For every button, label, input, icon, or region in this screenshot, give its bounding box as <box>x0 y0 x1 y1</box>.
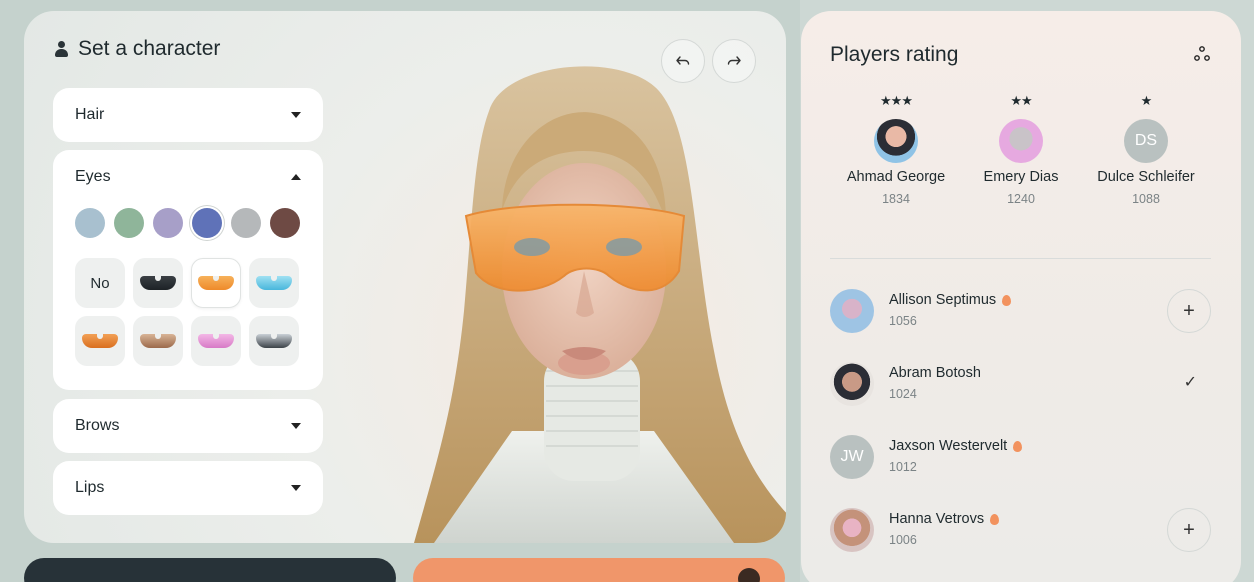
player-row[interactable]: Hanna Vetrovs 1006 + <box>830 508 1211 554</box>
avatar <box>830 362 874 406</box>
player-name-text: Jaxson Westervelt <box>889 438 1008 454</box>
podium-name: Emery Dias <box>983 169 1059 185</box>
avatar <box>874 119 918 163</box>
glasses-none-label: No <box>90 274 110 292</box>
eye-color-swatch[interactable] <box>231 208 261 238</box>
glasses-options: No <box>53 238 323 366</box>
avatar: JW <box>830 435 874 479</box>
chevron-down-icon <box>291 485 301 491</box>
accordion-hair-label: Hair <box>75 106 105 123</box>
add-player-button[interactable]: + <box>1167 508 1211 552</box>
glasses-option-orange-shades[interactable] <box>75 316 125 366</box>
player-name-text: Hanna Vetrovs <box>889 511 985 527</box>
podium-third[interactable]: ★ DS Dulce Schleifer 1088 <box>1091 93 1201 206</box>
eye-color-swatches <box>53 204 323 238</box>
avatar <box>830 289 874 333</box>
accordion-eyes-header[interactable]: Eyes <box>53 150 323 204</box>
share-icon[interactable] <box>1193 45 1211 63</box>
eye-color-swatch-selected[interactable] <box>192 208 222 238</box>
accordion-hair-header[interactable]: Hair <box>53 88 323 142</box>
avatar <box>830 508 874 552</box>
avatar: DS <box>1124 119 1168 163</box>
rating-title: Players rating <box>830 43 959 66</box>
glasses-option-pink[interactable] <box>191 316 241 366</box>
player-score: 1056 <box>889 314 917 328</box>
bottom-dark-card <box>24 558 396 582</box>
one-star-icon: ★ <box>1140 93 1153 108</box>
character-title-text: Set a character <box>78 37 221 60</box>
add-player-button[interactable]: + <box>1167 289 1211 333</box>
podium-score: 1834 <box>882 192 910 206</box>
dark-goggles-icon <box>140 276 176 290</box>
accordion-brows-label: Brows <box>75 417 120 434</box>
character-portrait <box>414 66 786 543</box>
character-card: Set a character Hair Eyes No Brows Lips <box>24 11 786 543</box>
accordion-lips-label: Lips <box>75 479 105 496</box>
player-name: Hanna Vetrovs <box>889 511 1000 527</box>
glasses-option-silver[interactable] <box>249 316 299 366</box>
divider <box>830 258 1211 259</box>
eye-color-swatch[interactable] <box>75 208 105 238</box>
brown-goggles-icon <box>140 334 176 348</box>
bottom-orange-card <box>413 558 785 582</box>
player-row[interactable]: JW Jaxson Westervelt 1012 <box>830 435 1211 481</box>
flame-icon <box>1013 440 1023 452</box>
check-icon: ✓ <box>1183 374 1197 391</box>
person-icon <box>54 41 68 57</box>
flame-icon <box>1002 294 1012 306</box>
blue-goggles-icon <box>256 276 292 290</box>
podium-score: 1088 <box>1132 192 1160 206</box>
pink-goggles-icon <box>198 334 234 348</box>
player-row[interactable]: Abram Botosh 1024 ✓ <box>830 362 1211 408</box>
player-score: 1006 <box>889 533 917 547</box>
players-rating-panel: Players rating ★★★ Ahmad George 1834 ★★ … <box>801 11 1241 582</box>
player-name-text: Allison Septimus <box>889 292 997 308</box>
podium-first[interactable]: ★★★ Ahmad George 1834 <box>841 93 951 206</box>
accordion-brows[interactable]: Brows <box>53 399 323 453</box>
glasses-option-none[interactable]: No <box>75 258 125 308</box>
eye-color-swatch[interactable] <box>270 208 300 238</box>
silver-goggles-icon <box>256 334 292 348</box>
player-score: 1012 <box>889 460 917 474</box>
orange-goggles-icon <box>198 276 234 290</box>
player-name-text: Abram Botosh <box>889 365 981 381</box>
podium-name: Ahmad George <box>846 169 946 185</box>
player-name: Jaxson Westervelt <box>889 438 1023 454</box>
flame-icon <box>990 513 1000 525</box>
podium-second[interactable]: ★★ Emery Dias 1240 <box>966 93 1076 206</box>
accordion-hair[interactable]: Hair <box>53 88 323 142</box>
accordion-eyes: Eyes No <box>53 150 323 390</box>
chevron-down-icon <box>291 112 301 118</box>
chevron-up-icon <box>291 174 301 180</box>
podium-score: 1240 <box>1007 192 1035 206</box>
podium-name: Dulce Schleifer <box>1097 169 1195 185</box>
accordion-lips-header[interactable]: Lips <box>53 461 323 515</box>
three-stars-icon: ★★★ <box>880 93 913 108</box>
two-stars-icon: ★★ <box>1010 93 1032 108</box>
eye-color-swatch[interactable] <box>153 208 183 238</box>
character-title: Set a character <box>54 37 220 61</box>
eye-color-swatch[interactable] <box>114 208 144 238</box>
glasses-option-orange-selected[interactable] <box>191 258 241 308</box>
orange-shades-icon <box>82 334 118 348</box>
chevron-down-icon <box>291 423 301 429</box>
accordion-brows-header[interactable]: Brows <box>53 399 323 453</box>
player-name: Allison Septimus <box>889 292 1012 308</box>
player-score: 1024 <box>889 387 917 401</box>
player-row[interactable]: Allison Septimus 1056 + <box>830 289 1211 335</box>
accordion-lips[interactable]: Lips <box>53 461 323 515</box>
player-name: Abram Botosh <box>889 365 981 381</box>
glasses-option-brown[interactable] <box>133 316 183 366</box>
glasses-option-blue[interactable] <box>249 258 299 308</box>
glasses-option-dark[interactable] <box>133 258 183 308</box>
accordion-eyes-label: Eyes <box>75 168 111 185</box>
avatar <box>999 119 1043 163</box>
